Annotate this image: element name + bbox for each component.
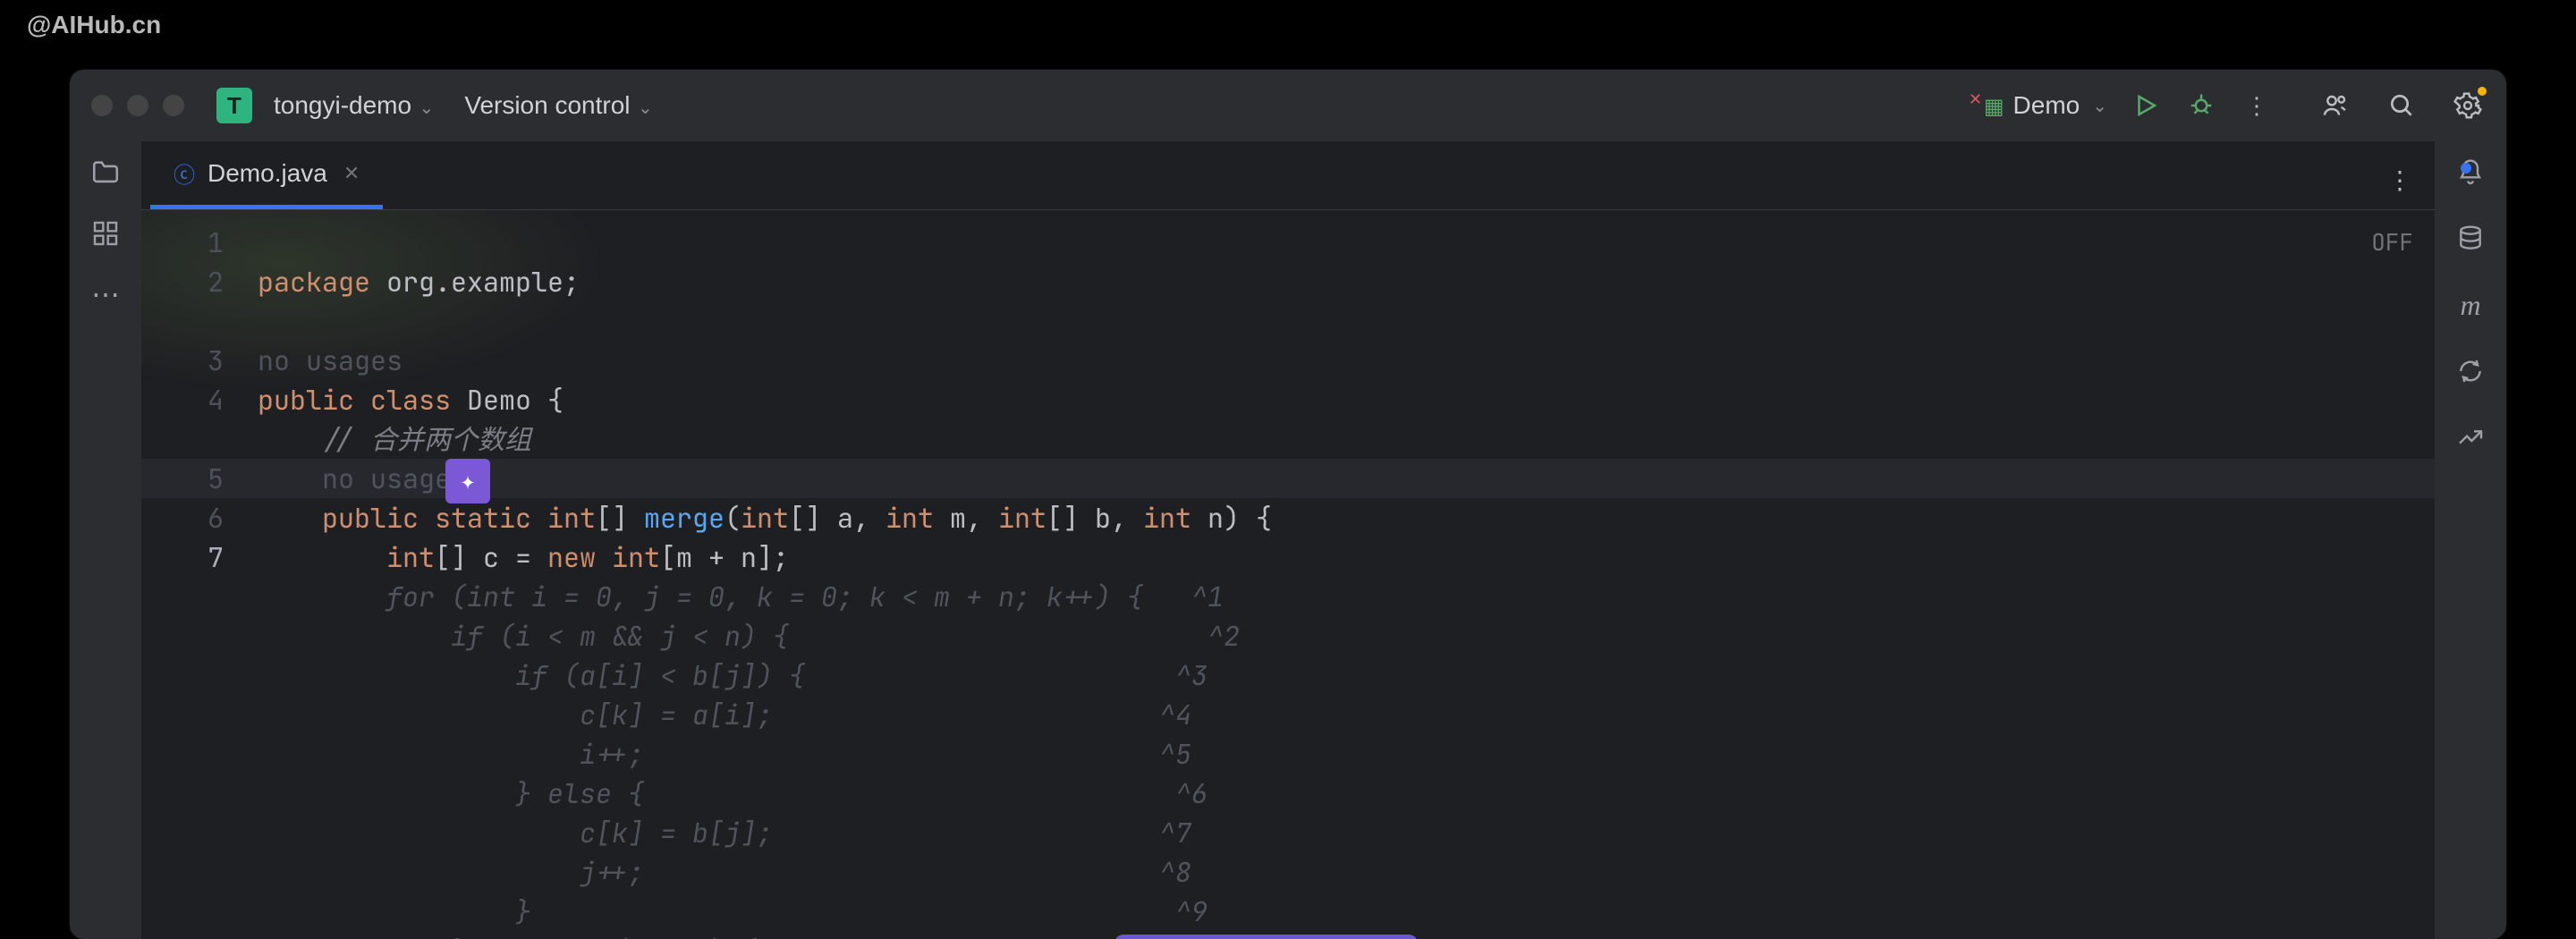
keyword: int [612, 539, 660, 575]
ai-suggestion-line: } else if (i < m) { [451, 933, 757, 939]
ai-completion-icon[interactable]: ✦ [445, 459, 490, 503]
inline-hint: ^3 [1175, 657, 1208, 693]
left-tool-rail: ⋯ [70, 141, 141, 939]
version-control-menu[interactable]: Version control ⌄ [455, 91, 652, 120]
chevron-down-icon: ⌄ [2092, 95, 2107, 117]
run-configuration-selector[interactable]: ✕ ▦ Demo ⌄ [1963, 91, 2107, 120]
usages-hint[interactable]: no usages [258, 343, 402, 378]
play-icon[interactable] [2129, 89, 2163, 123]
package-name: org.example [386, 264, 564, 300]
keyword: int [998, 500, 1046, 536]
line-number: 1 [141, 223, 224, 262]
keyword: public [258, 382, 354, 418]
gear-icon[interactable] [2451, 89, 2485, 123]
chevron-down-icon: ⌄ [419, 98, 435, 118]
database-icon[interactable] [2453, 222, 2487, 256]
inline-hint: ^9 [1175, 893, 1208, 929]
keyword: int [386, 539, 435, 575]
watermark-text: @AIHub.cn [27, 11, 161, 39]
m-icon[interactable]: m [2453, 288, 2487, 322]
project-badge[interactable]: T [216, 88, 252, 123]
inspection-status[interactable]: OFF [2371, 223, 2413, 262]
inline-hint: ^1 [1191, 579, 1224, 614]
inline-hint: ^6 [1175, 775, 1208, 811]
search-icon[interactable] [2385, 89, 2419, 123]
keyword: package [258, 264, 370, 300]
inline-hint: ^8 [1159, 854, 1191, 890]
line-number: 2 [141, 262, 224, 301]
comment: // 合并两个数组 [322, 421, 531, 457]
chart-icon[interactable] [2453, 420, 2487, 454]
bug-icon[interactable] [2184, 89, 2218, 123]
line-number: 6 [141, 498, 224, 537]
ai-suggestion-line: for (int i = 0, j = 0, k = 0; k < m + n;… [386, 579, 1143, 614]
keyword: new [547, 539, 596, 575]
gutter: 1 2 3 4 5 6 7 [141, 210, 249, 939]
ai-suggestion-line: c[k] = b[j]; [580, 815, 773, 850]
keyword: public [322, 500, 419, 536]
line-number: 5 [141, 459, 224, 498]
keyword: int [1143, 500, 1191, 536]
close-icon[interactable]: ✕ [343, 162, 360, 185]
method-name: merge [644, 500, 724, 536]
keyword: class [370, 382, 451, 418]
main-area: ⋯ ⓒ Demo.java ✕ ⋮ OFF 1 2 3 4 5 6 7 ✦ pa… [70, 141, 2506, 939]
tab-more-icon[interactable]: ⋮ [2383, 163, 2417, 197]
keyword: static [435, 500, 531, 536]
line-number [141, 301, 224, 341]
inline-hint: ^7 [1159, 815, 1191, 850]
inline-hint: ^4 [1159, 697, 1191, 732]
ai-suggestion-line: if (a[i] < b[j]) { [515, 657, 805, 693]
project-name[interactable]: tongyi-demo ⌄ [274, 91, 434, 120]
line-number: 4 [141, 380, 224, 419]
inline-hint: ^5 [1159, 736, 1191, 772]
minimize-window[interactable] [127, 95, 148, 116]
toolbar-right-icons [2318, 89, 2485, 123]
chevron-down-icon: ⌄ [638, 98, 653, 118]
ai-suggestion-line: } else { [515, 775, 644, 811]
run-config-icon: ▦ [1984, 95, 2004, 119]
window-controls[interactable] [91, 95, 184, 116]
tab-demo-java[interactable]: ⓒ Demo.java ✕ [150, 141, 383, 209]
ai-suggestion-line: j++; [580, 854, 644, 890]
keyword: int [886, 500, 934, 536]
maximize-window[interactable] [163, 95, 184, 116]
ai-suggestion-line: } [515, 893, 531, 929]
more-vert-icon[interactable]: ⋮ [2240, 89, 2274, 123]
people-icon[interactable] [2318, 89, 2352, 123]
ai-suggestion-line: if (i < m && j < n) { [451, 618, 789, 654]
line-number: 7 [141, 537, 224, 577]
class-name: Demo [467, 382, 531, 418]
editor-pane: ⓒ Demo.java ✕ ⋮ OFF 1 2 3 4 5 6 7 ✦ pack… [141, 141, 2435, 939]
more-icon[interactable]: ⋯ [89, 277, 123, 311]
code-body[interactable]: package org.example; no usages public cl… [249, 210, 2435, 939]
keyword: int [741, 500, 789, 536]
right-tool-rail: m [2435, 141, 2506, 939]
editor-tabs: ⓒ Demo.java ✕ ⋮ [141, 141, 2435, 210]
grid-icon[interactable] [89, 216, 123, 250]
line-number: 3 [141, 341, 224, 380]
inline-hint: ^2 [1208, 618, 1240, 654]
ai-suggestion-line: c[k] = a[i]; [580, 697, 773, 732]
close-window[interactable] [91, 95, 113, 116]
folder-icon[interactable] [89, 156, 123, 190]
bell-icon[interactable] [2453, 156, 2487, 190]
close-marker-icon: ✕ [1969, 90, 1982, 108]
cycle-icon[interactable] [2453, 354, 2487, 388]
titlebar: T tongyi-demo ⌄ Version control ⌄ ✕ ▦ De… [70, 70, 2506, 141]
keyword: int [547, 500, 596, 536]
ide-window: T tongyi-demo ⌄ Version control ⌄ ✕ ▦ De… [70, 70, 2506, 939]
java-class-icon: ⓒ [174, 157, 195, 189]
tab-label: Demo.java [208, 159, 327, 188]
line-number [141, 419, 224, 459]
accept-suggestion-button[interactable]: →| Accept Suggestion [1114, 935, 1418, 939]
ai-suggestion-line: i++; [580, 736, 644, 772]
code-area[interactable]: OFF 1 2 3 4 5 6 7 ✦ package org.example;… [141, 210, 2435, 939]
